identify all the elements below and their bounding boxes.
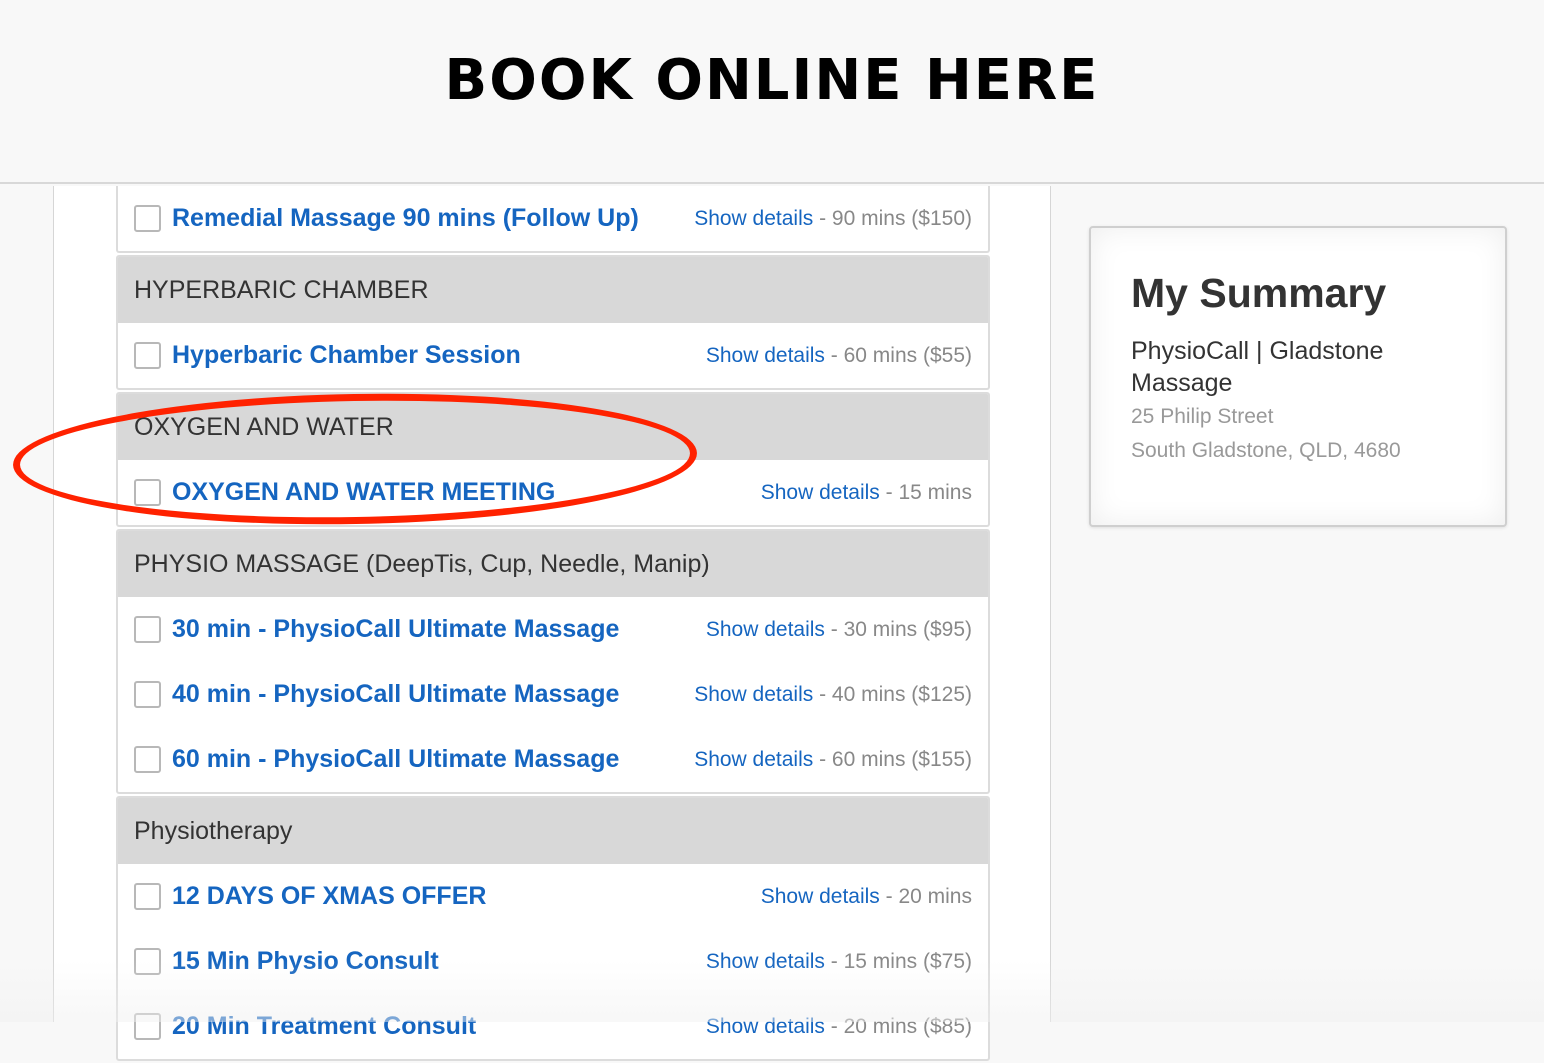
service-row[interactable]: 20 Min Treatment Consult Show details - … — [118, 994, 988, 1059]
service-duration-price: - 60 mins ($55) — [824, 343, 972, 367]
service-name[interactable]: Hyperbaric Chamber Session — [172, 341, 521, 370]
service-duration-price: - 20 mins ($85) — [824, 1014, 972, 1038]
service-list: Remedial Massage 90 mins (Follow Up) Sho… — [116, 186, 990, 1063]
service-row[interactable]: 12 DAYS OF XMAS OFFER Show details - 20 … — [118, 864, 988, 929]
service-group-remedial: Remedial Massage 90 mins (Follow Up) Sho… — [116, 186, 990, 253]
service-name[interactable]: 30 min - PhysioCall Ultimate Massage — [172, 615, 619, 644]
page-title: BOOK ONLINE HERE — [444, 47, 1100, 113]
service-name[interactable]: 20 Min Treatment Consult — [172, 1012, 476, 1041]
group-title: PHYSIO MASSAGE (DeepTis, Cup, Needle, Ma… — [118, 531, 988, 597]
service-meta: Show details - 15 mins ($75) — [706, 950, 972, 974]
summary-title: My Summary — [1131, 270, 1387, 316]
summary-card: My Summary PhysioCall | Gladstone Massag… — [1089, 226, 1507, 527]
checkbox-icon[interactable] — [134, 616, 161, 643]
service-duration-price: - 60 mins ($155) — [813, 747, 972, 771]
service-meta: Show details - 90 mins ($150) — [694, 207, 972, 231]
checkbox-icon[interactable] — [134, 205, 161, 232]
services-panel: Remedial Massage 90 mins (Follow Up) Sho… — [53, 186, 1051, 1061]
service-meta: Show details - 30 mins ($95) — [706, 618, 972, 642]
service-duration-price: - 30 mins ($95) — [824, 617, 972, 641]
checkbox-icon[interactable] — [134, 746, 161, 773]
show-details-link[interactable]: Show details — [761, 481, 880, 504]
show-details-link[interactable]: Show details — [694, 748, 813, 771]
show-details-link[interactable]: Show details — [706, 344, 825, 367]
service-meta: Show details - 15 mins — [761, 481, 972, 505]
service-name[interactable]: Remedial Massage 90 mins (Follow Up) — [172, 204, 639, 233]
service-duration-price: - 15 mins — [879, 480, 972, 504]
service-row[interactable]: 40 min - PhysioCall Ultimate Massage Sho… — [118, 662, 988, 727]
service-row[interactable]: OXYGEN AND WATER MEETING Show details - … — [118, 460, 988, 525]
checkbox-icon[interactable] — [134, 948, 161, 975]
group-title: OXYGEN AND WATER — [118, 394, 988, 460]
service-name[interactable]: 40 min - PhysioCall Ultimate Massage — [172, 680, 619, 709]
service-name[interactable]: 12 DAYS OF XMAS OFFER — [172, 882, 486, 911]
group-title: HYPERBARIC CHAMBER — [118, 257, 988, 323]
business-name: PhysioCall | Gladstone Massage — [1131, 337, 1384, 397]
service-row[interactable]: 30 min - PhysioCall Ultimate Massage Sho… — [118, 597, 988, 662]
service-name[interactable]: 15 Min Physio Consult — [172, 947, 439, 976]
service-meta: Show details - 60 mins ($155) — [694, 748, 972, 772]
checkbox-icon[interactable] — [134, 342, 161, 369]
service-row[interactable]: Remedial Massage 90 mins (Follow Up) Sho… — [118, 186, 988, 251]
service-meta: Show details - 40 mins ($125) — [694, 683, 972, 707]
show-details-link[interactable]: Show details — [706, 618, 825, 641]
service-duration-price: - 90 mins ($150) — [813, 206, 972, 230]
service-duration-price: - 20 mins — [879, 884, 972, 908]
address-line-1: 25 Philip Street — [1131, 405, 1274, 428]
address-line-2: South Gladstone, QLD, 4680 — [1131, 439, 1401, 462]
checkbox-icon[interactable] — [134, 479, 161, 506]
service-meta: Show details - 20 mins ($85) — [706, 1015, 972, 1039]
service-name[interactable]: OXYGEN AND WATER MEETING — [172, 478, 555, 507]
service-group-physio-massage: PHYSIO MASSAGE (DeepTis, Cup, Needle, Ma… — [116, 529, 990, 794]
service-row[interactable]: Hyperbaric Chamber Session Show details … — [118, 323, 988, 388]
group-title: Physiotherapy — [118, 798, 988, 864]
service-duration-price: - 40 mins ($125) — [813, 682, 972, 706]
service-meta: Show details - 60 mins ($55) — [706, 344, 972, 368]
checkbox-icon[interactable] — [134, 1013, 161, 1040]
service-meta: Show details - 20 mins — [761, 885, 972, 909]
show-details-link[interactable]: Show details — [694, 207, 813, 230]
service-name[interactable]: 60 min - PhysioCall Ultimate Massage — [172, 745, 619, 774]
checkbox-icon[interactable] — [134, 883, 161, 910]
show-details-link[interactable]: Show details — [706, 1015, 825, 1038]
service-duration-price: - 15 mins ($75) — [824, 949, 972, 973]
show-details-link[interactable]: Show details — [761, 885, 880, 908]
page-header: BOOK ONLINE HERE — [0, 0, 1544, 184]
service-row[interactable]: 60 min - PhysioCall Ultimate Massage Sho… — [118, 727, 988, 792]
show-details-link[interactable]: Show details — [706, 950, 825, 973]
service-row[interactable]: 15 Min Physio Consult Show details - 15 … — [118, 929, 988, 994]
show-details-link[interactable]: Show details — [694, 683, 813, 706]
service-group-physiotherapy: Physiotherapy 12 DAYS OF XMAS OFFER Show… — [116, 796, 990, 1061]
checkbox-icon[interactable] — [134, 681, 161, 708]
service-group-hyperbaric: HYPERBARIC CHAMBER Hyperbaric Chamber Se… — [116, 255, 990, 390]
service-group-oxygen-water: OXYGEN AND WATER OXYGEN AND WATER MEETIN… — [116, 392, 990, 527]
